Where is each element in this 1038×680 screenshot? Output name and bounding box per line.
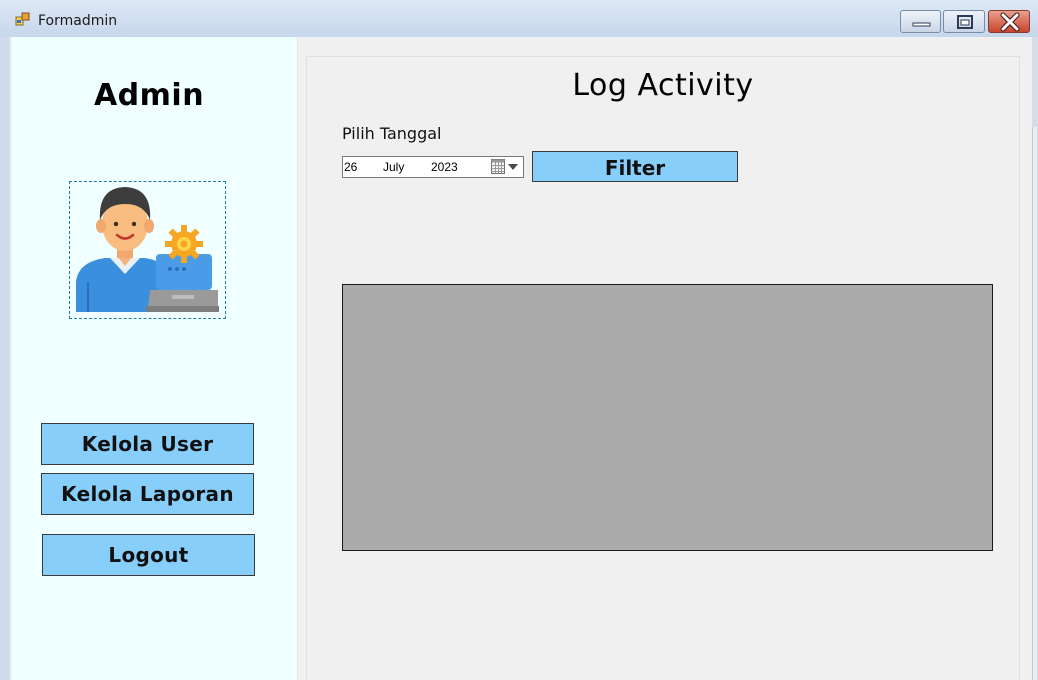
logout-label: Logout xyxy=(108,543,189,567)
page-title: Log Activity xyxy=(572,68,754,103)
maximize-icon xyxy=(957,15,973,29)
filter-button[interactable]: Filter xyxy=(532,151,738,182)
kelola-laporan-button[interactable]: Kelola Laporan xyxy=(41,473,254,515)
kelola-user-label: Kelola User xyxy=(81,432,214,456)
admin-avatar xyxy=(69,181,226,319)
date-month[interactable]: July xyxy=(383,160,404,174)
dropdown-arrow-icon[interactable] xyxy=(508,164,518,170)
maximize-button[interactable] xyxy=(943,10,985,33)
sidebar-title: Admin xyxy=(93,78,205,113)
date-day[interactable]: 26 xyxy=(344,160,357,174)
minimize-button[interactable] xyxy=(900,10,941,33)
date-picker[interactable]: 26 July 2023 xyxy=(342,156,524,178)
calendar-icon[interactable] xyxy=(491,159,505,174)
logout-button[interactable]: Logout xyxy=(42,534,255,576)
sidebar xyxy=(12,37,298,680)
vertical-scrollbar[interactable] xyxy=(1032,127,1037,680)
kelola-user-button[interactable]: Kelola User xyxy=(41,423,254,465)
close-button[interactable] xyxy=(988,10,1030,33)
date-year[interactable]: 2023 xyxy=(431,160,458,174)
date-label: Pilih Tanggal xyxy=(342,124,442,143)
close-icon xyxy=(1000,12,1020,32)
filter-label: Filter xyxy=(604,156,666,180)
window-title: Formadmin xyxy=(38,13,118,29)
minimize-icon xyxy=(912,22,931,27)
admin-avatar-icon xyxy=(76,187,219,312)
app-icon xyxy=(15,12,30,26)
kelola-laporan-label: Kelola Laporan xyxy=(61,482,234,506)
log-data-grid[interactable] xyxy=(342,284,993,551)
title-bar: Formadmin xyxy=(0,0,1038,37)
